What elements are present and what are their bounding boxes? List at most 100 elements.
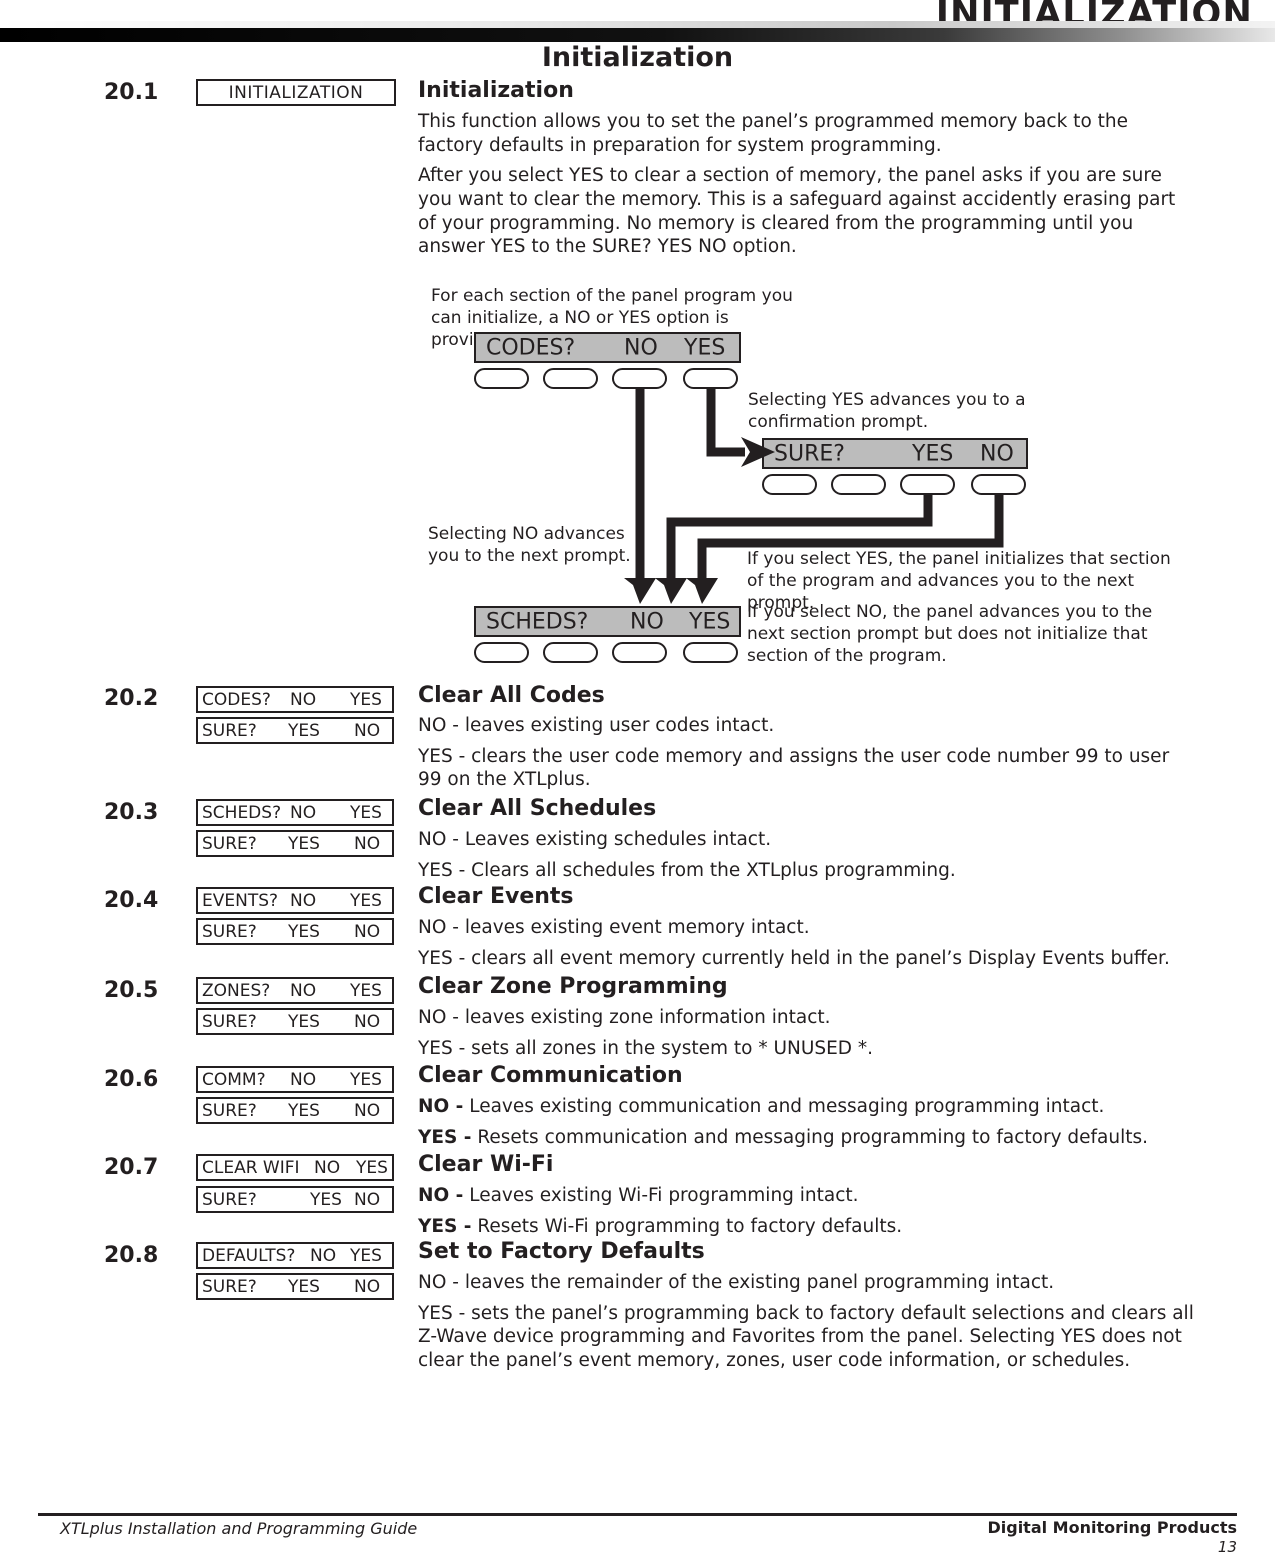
bold-prefix: YES -	[418, 1126, 472, 1148]
prompt-label: CLEAR WIFI	[202, 1157, 300, 1178]
diagram-lcd-codes: CODES? NO YES	[474, 332, 741, 363]
keypad-display-sure-20-4: SURE? YES NO	[196, 918, 394, 945]
prompt-yes: YES	[350, 802, 382, 823]
section-number-20-2: 20.2	[104, 686, 159, 711]
section-body-20-2: NO - leaves existing user codes intact. …	[418, 714, 1196, 792]
paragraph: NO - Leaves existing schedules intact.	[418, 829, 772, 850]
sure-label: SURE?	[202, 1189, 257, 1210]
prompt-yes: YES	[350, 689, 382, 710]
arrowhead-down-sure-yes	[655, 578, 687, 604]
section-heading-20-3: Clear All Schedules	[418, 796, 657, 821]
bold-prefix: NO -	[418, 1096, 464, 1117]
sure-no: NO	[354, 921, 381, 942]
keypad-display-prompt-20-6: COMM? NO YES	[196, 1066, 394, 1093]
lcd-sure-yes: YES	[912, 441, 954, 466]
sure-no: NO	[354, 833, 381, 854]
diagram-softkey-codes-2[interactable]	[543, 368, 598, 389]
section-heading-20-1: Initialization	[418, 78, 574, 103]
prompt-no: NO	[314, 1157, 341, 1178]
prompt-no: NO	[290, 689, 317, 710]
line-rest: Leaves existing communication and messag…	[463, 1096, 1105, 1117]
diagram-softkey-codes-yes[interactable]	[683, 368, 738, 389]
line-rest: Resets Wi-Fi programming to factory defa…	[471, 1215, 903, 1237]
section-body-20-7: NO - Leaves existing Wi-Fi programming i…	[418, 1184, 1196, 1238]
keypad-display-sure-20-7: SURE? YES NO	[196, 1186, 394, 1213]
bold-prefix: NO -	[418, 1185, 464, 1206]
line-rest: Leaves existing Wi-Fi programming intact…	[463, 1185, 859, 1206]
bold-prefix: YES -	[418, 1215, 472, 1237]
section-number-20-7: 20.7	[104, 1155, 159, 1180]
arrowhead-down-codes-no	[624, 578, 656, 604]
prompt-label: CODES?	[202, 689, 271, 710]
sure-yes: YES	[288, 1276, 320, 1297]
diagram-softkey-sure-1[interactable]	[762, 474, 817, 495]
prompt-no: NO	[290, 890, 317, 911]
sure-label: SURE?	[202, 1276, 257, 1297]
prompt-no: NO	[310, 1245, 337, 1266]
paragraph: NO - leaves existing zone information in…	[418, 1007, 831, 1028]
diagram-lcd-scheds: SCHEDS? NO YES	[474, 606, 741, 637]
line-rest: Resets communication and messaging progr…	[471, 1126, 1149, 1148]
keypad-display-initialization: INITIALIZATION	[196, 79, 396, 106]
document-page: INITIALIZATION Initialization 20.1 INITI…	[0, 0, 1275, 1556]
diagram-note-yes: Selecting YES advances you to a confirma…	[748, 390, 1026, 433]
sure-label: SURE?	[202, 1100, 257, 1121]
sure-yes: YES	[288, 1100, 320, 1121]
diagram-lcd-sure: SURE? YES NO	[762, 438, 1028, 469]
lcd-sure-label: SURE?	[774, 441, 845, 466]
paragraph: YES - Resets communication and messaging…	[418, 1126, 1196, 1150]
lcd-scheds-yes: YES	[689, 609, 731, 634]
prompt-yes: YES	[356, 1157, 388, 1178]
paragraph: YES - Clears all schedules from the XTLp…	[418, 859, 956, 881]
paragraph: YES - clears the user code memory and as…	[418, 745, 1170, 791]
sure-yes: YES	[288, 833, 320, 854]
lcd-codes-no: NO	[624, 335, 658, 360]
section-number-20-1: 20.1	[104, 80, 159, 105]
prompt-no: NO	[290, 980, 317, 1001]
keypad-display-label: INITIALIZATION	[228, 82, 364, 103]
sure-label: SURE?	[202, 1011, 257, 1032]
diagram-softkey-codes-1[interactable]	[474, 368, 529, 389]
diagram-softkey-scheds-1[interactable]	[474, 642, 529, 663]
section-heading-20-5: Clear Zone Programming	[418, 974, 728, 999]
section-body-20-3: NO - Leaves existing schedules intact. Y…	[418, 828, 1196, 882]
section-number-20-5: 20.5	[104, 978, 159, 1003]
prompt-yes: YES	[350, 980, 382, 1001]
keypad-display-prompt-20-8: DEFAULTS? NO YES	[196, 1242, 394, 1269]
prompt-label: EVENTS?	[202, 890, 279, 911]
arrow-codes-yes-path	[706, 389, 745, 457]
diagram-softkey-sure-yes[interactable]	[900, 474, 955, 495]
sure-yes: YES	[288, 720, 320, 741]
diagram-softkey-codes-no[interactable]	[612, 368, 667, 389]
page-title: Initialization	[541, 42, 734, 73]
section-body-20-5: NO - leaves existing zone information in…	[418, 1006, 1196, 1060]
sure-no: NO	[354, 1276, 381, 1297]
paragraph: YES - sets the panel’s programming back …	[418, 1302, 1194, 1372]
keypad-display-sure-20-8: SURE? YES NO	[196, 1273, 394, 1300]
section-heading-20-2: Clear All Codes	[418, 683, 605, 708]
section-heading-20-6: Clear Communication	[418, 1063, 683, 1088]
diagram-softkey-sure-2[interactable]	[831, 474, 886, 495]
prompt-label: DEFAULTS?	[202, 1245, 296, 1266]
keypad-display-sure-20-2: SURE? YES NO	[196, 717, 394, 744]
section-heading-20-7: Clear Wi-Fi	[418, 1152, 554, 1177]
footer-rule	[38, 1513, 1237, 1516]
diagram-softkey-scheds-2[interactable]	[543, 642, 598, 663]
diagram-softkey-scheds-no[interactable]	[612, 642, 667, 663]
sure-no: NO	[354, 1011, 381, 1032]
paragraph: NO - leaves existing user codes intact.	[418, 715, 775, 736]
section-body-20-4: NO - leaves existing event memory intact…	[418, 916, 1196, 970]
keypad-display-sure-20-6: SURE? YES NO	[196, 1097, 394, 1124]
section-body-20-6: NO - Leaves existing communication and m…	[418, 1095, 1196, 1149]
keypad-display-prompt-20-2: CODES? NO YES	[196, 686, 394, 713]
diagram-softkey-scheds-yes[interactable]	[683, 642, 738, 663]
footer-page-number: 13	[1217, 1538, 1237, 1556]
header-gradient-light	[0, 21, 1275, 28]
footer-guide-title: XTLplus Installation and Programming Gui…	[60, 1519, 418, 1538]
sure-label: SURE?	[202, 921, 257, 942]
diagram-softkey-sure-no[interactable]	[971, 474, 1026, 495]
keypad-display-prompt-20-4: EVENTS? NO YES	[196, 887, 394, 914]
section-number-20-8: 20.8	[104, 1243, 159, 1268]
arrowhead-down-sure-no	[686, 578, 718, 604]
footer-company: Digital Monitoring Products	[987, 1518, 1237, 1537]
